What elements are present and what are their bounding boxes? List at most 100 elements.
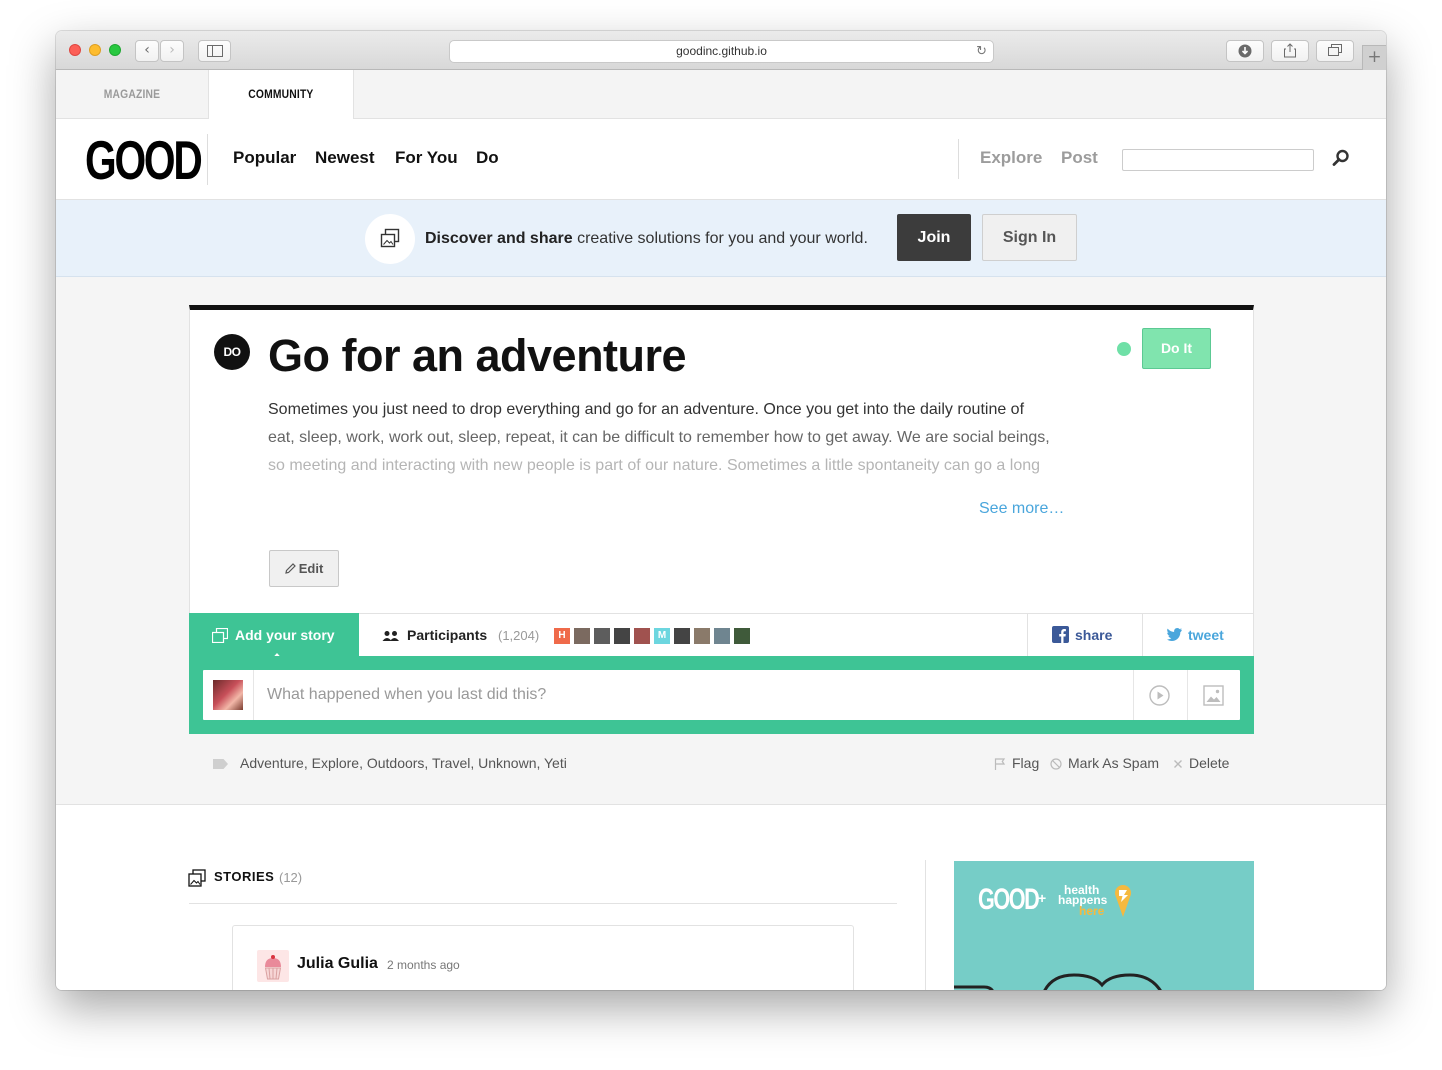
nav-popular[interactable]: Popular xyxy=(233,148,296,168)
minimize-window-button[interactable] xyxy=(89,44,101,56)
flag-link[interactable]: Flag xyxy=(1012,755,1039,771)
browser-titlebar: ‹ › goodinc.github.io ↻ + xyxy=(56,31,1386,70)
share-icon xyxy=(1284,43,1296,58)
participant-avatar[interactable] xyxy=(694,628,710,644)
tab-add-your-story[interactable]: Add your story xyxy=(189,613,359,662)
tags-list[interactable]: Adventure, Explore, Outdoors, Travel, Un… xyxy=(240,755,567,771)
stories-icon xyxy=(188,869,206,887)
url-text: goodinc.github.io xyxy=(676,44,767,58)
story-input-placeholder[interactable]: What happened when you last did this? xyxy=(267,670,546,720)
close-window-button[interactable] xyxy=(69,44,81,56)
nav-newest[interactable]: Newest xyxy=(315,148,375,168)
join-button[interactable]: Join xyxy=(897,214,971,261)
participant-avatar[interactable] xyxy=(674,628,690,644)
tweet-label: tweet xyxy=(1188,627,1224,643)
column-divider xyxy=(925,860,926,990)
tab-community-label: COMMUNITY xyxy=(248,87,314,101)
see-more-link[interactable]: See more… xyxy=(979,500,1064,518)
twitter-icon xyxy=(1167,628,1182,641)
ad-illustration xyxy=(954,973,1162,990)
pencil-icon xyxy=(284,563,296,574)
stories-heading: STORIES xyxy=(214,869,275,884)
new-tab-button[interactable]: + xyxy=(1362,45,1386,70)
search-input[interactable] xyxy=(1122,149,1314,171)
avatar xyxy=(213,680,243,710)
story-composer: What happened when you last did this? xyxy=(189,656,1254,734)
stories-icon xyxy=(380,228,400,248)
sidebar-ad[interactable]: GOOD + health happens here xyxy=(954,861,1254,990)
card-description: Sometimes you just need to drop everythi… xyxy=(268,396,1068,480)
tag-icon xyxy=(213,759,228,769)
good-logo[interactable]: GOOD xyxy=(85,133,203,188)
nav-do[interactable]: Do xyxy=(476,148,499,168)
edit-button[interactable]: Edit xyxy=(269,550,339,587)
video-play-icon[interactable] xyxy=(1149,685,1170,706)
share-page-button[interactable] xyxy=(1271,40,1309,62)
chevron-right-icon: › xyxy=(169,42,175,58)
tab-overview-button[interactable] xyxy=(1316,40,1354,62)
forward-button[interactable]: › xyxy=(160,40,184,62)
search-icon[interactable] xyxy=(1331,148,1351,168)
story-card[interactable]: Julia Gulia 2 months ago xyxy=(232,925,854,990)
facebook-share-button[interactable]: share xyxy=(1027,614,1143,657)
tab-community[interactable]: COMMUNITY xyxy=(208,70,354,120)
address-bar[interactable]: goodinc.github.io ↻ xyxy=(449,40,994,63)
participant-avatar[interactable]: H xyxy=(554,628,570,644)
input-divider xyxy=(253,670,254,720)
story-author[interactable]: Julia Gulia xyxy=(297,955,378,973)
story-input-field[interactable]: What happened when you last did this? xyxy=(203,670,1240,720)
reload-icon[interactable]: ↻ xyxy=(976,41,987,62)
participant-avatar[interactable] xyxy=(734,628,750,644)
tags-row: Adventure, Explore, Outdoors, Travel, Un… xyxy=(189,754,1254,774)
story-tab-bar: Add your story Participants (1,204) HM s… xyxy=(189,613,1254,662)
do-it-button[interactable]: Do It xyxy=(1142,328,1211,369)
page-title: Go for an adventure xyxy=(268,330,687,381)
participant-avatar[interactable] xyxy=(594,628,610,644)
participant-avatars: HM xyxy=(554,628,754,644)
participant-avatar[interactable] xyxy=(614,628,630,644)
status-dot xyxy=(1117,342,1131,356)
stories-icon xyxy=(212,628,228,643)
tab-participants[interactable]: Participants xyxy=(407,614,487,657)
stories-count: (12) xyxy=(279,870,303,885)
tab-magazine[interactable]: MAGAZINE xyxy=(67,70,198,119)
back-button[interactable]: ‹ xyxy=(135,40,159,62)
ad-plus: + xyxy=(1038,890,1047,906)
nav-explore[interactable]: Explore xyxy=(980,148,1042,168)
plus-icon: + xyxy=(1367,47,1382,67)
image-upload-icon[interactable] xyxy=(1203,685,1224,706)
site-header: GOOD Popular Newest For You Do Explore P… xyxy=(56,119,1386,200)
avatar xyxy=(257,950,289,982)
participant-avatar[interactable]: M xyxy=(654,628,670,644)
sign-in-button[interactable]: Sign In xyxy=(982,214,1077,261)
mark-as-spam-link[interactable]: Mark As Spam xyxy=(1068,755,1159,771)
sidebar-toggle-button[interactable] xyxy=(198,40,231,62)
ad-good-logo: GOOD xyxy=(978,883,1040,916)
participant-avatar[interactable] xyxy=(574,628,590,644)
nav-post[interactable]: Post xyxy=(1061,148,1098,168)
tabs-icon xyxy=(1328,44,1342,56)
sidebar-icon xyxy=(206,45,223,57)
participant-avatar[interactable] xyxy=(634,628,650,644)
banner-bold-text: Discover and share xyxy=(425,230,573,247)
signup-banner: Discover and share creative solutions fo… xyxy=(56,200,1386,277)
twitter-tweet-button[interactable]: tweet xyxy=(1142,614,1254,657)
header-divider xyxy=(207,134,208,185)
edit-label: Edit xyxy=(298,561,324,576)
cupcake-icon xyxy=(264,955,282,980)
zoom-window-button[interactable] xyxy=(109,44,121,56)
input-divider xyxy=(1187,670,1188,720)
download-icon xyxy=(1238,44,1252,58)
chevron-left-icon: ‹ xyxy=(144,42,150,58)
nav-for-you[interactable]: For You xyxy=(395,148,458,168)
description-line: so meeting and interacting with new peop… xyxy=(268,457,1041,474)
facebook-icon xyxy=(1052,626,1069,643)
banner-message: Discover and share creative solutions fo… xyxy=(425,230,868,248)
participant-avatar[interactable] xyxy=(714,628,730,644)
downloads-button[interactable] xyxy=(1226,40,1264,62)
web-page: MAGAZINE COMMUNITY GOOD Popular Newest F… xyxy=(56,70,1386,990)
spam-icon xyxy=(1050,758,1062,770)
description-line: Sometimes you just need to drop everythi… xyxy=(268,401,1025,418)
delete-link[interactable]: Delete xyxy=(1189,755,1229,771)
flag-icon xyxy=(994,758,1006,770)
